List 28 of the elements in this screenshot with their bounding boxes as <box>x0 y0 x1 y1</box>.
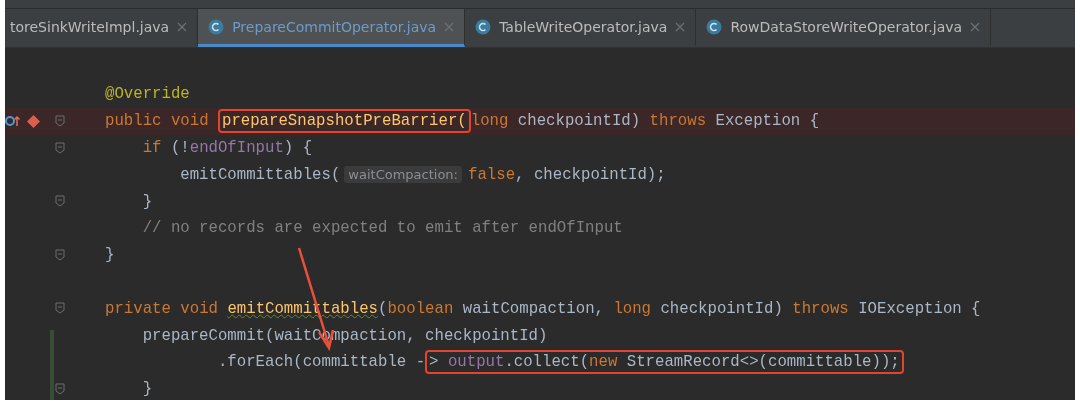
highlight-box: > output.collect(new StreamRecord<>(committable)); <box>425 350 904 375</box>
close-icon[interactable] <box>177 21 188 32</box>
fold-icon[interactable] <box>55 248 65 261</box>
fold-icon[interactable] <box>55 195 65 208</box>
breakpoint-icon[interactable] <box>27 114 40 128</box>
highlight-box: prepareSnapshotPreBarrier( <box>217 109 471 134</box>
editor-tab[interactable]: RowDataStoreWriteOperator.java <box>696 9 992 47</box>
editor-tab[interactable]: TableWriteOperator.java <box>465 9 697 47</box>
fold-icon[interactable] <box>55 382 65 395</box>
code-text: } <box>105 246 115 265</box>
code-text: false, checkpointId); <box>468 165 666 184</box>
override-icon[interactable] <box>5 114 21 127</box>
fold-icon[interactable] <box>55 302 65 315</box>
parameter-hint: waitCompaction: <box>344 166 462 184</box>
code-text: public void <box>105 112 210 131</box>
close-icon[interactable] <box>675 21 686 32</box>
fold-icon[interactable] <box>55 114 65 127</box>
code-text: emitCommittables( <box>180 165 341 184</box>
code-text: @Override <box>105 85 190 104</box>
fold-icon[interactable] <box>55 141 65 154</box>
code-text: } <box>142 192 153 211</box>
close-icon[interactable] <box>970 21 981 32</box>
code-text: if (!endOfInput) { <box>142 139 313 157</box>
code-text: .forEach(committable - <box>217 353 426 372</box>
close-icon[interactable] <box>444 21 455 32</box>
code-text: } <box>142 380 153 399</box>
code-text: // no records are expected to emit after endOfInput <box>142 219 623 238</box>
code-text: long checkpointId) throws Exception { <box>470 112 820 131</box>
